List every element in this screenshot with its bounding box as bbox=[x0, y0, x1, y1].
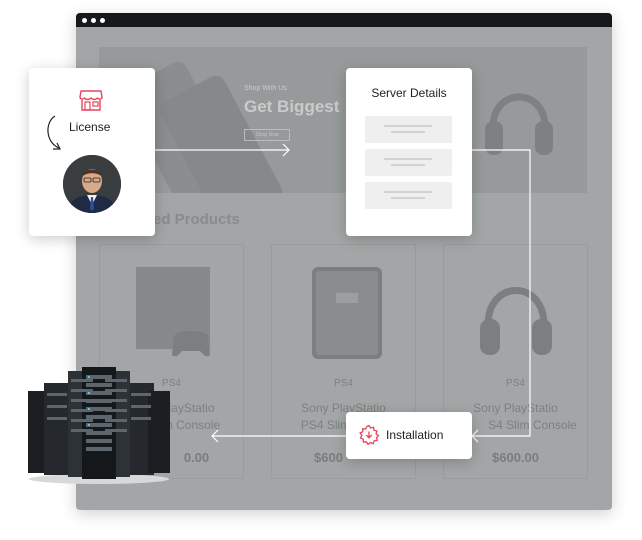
server-detail-row bbox=[365, 116, 452, 143]
section-title: ed Products bbox=[153, 211, 240, 228]
server-details-card[interactable]: Server Details bbox=[346, 68, 472, 236]
product-category: PS4 bbox=[334, 378, 353, 389]
window-dot-icon bbox=[100, 17, 105, 23]
headphones-image bbox=[480, 287, 552, 355]
installation-label: Installation bbox=[386, 428, 444, 442]
gear-icon bbox=[359, 424, 380, 446]
headphones-image bbox=[485, 93, 553, 155]
server-racks-image bbox=[28, 367, 170, 484]
window-dot-icon bbox=[91, 17, 96, 23]
browser-title-bar bbox=[76, 13, 612, 27]
avatar bbox=[63, 155, 121, 213]
installation-card[interactable]: Installation bbox=[346, 412, 472, 459]
server-details-title: Server Details bbox=[371, 86, 447, 100]
license-label: License bbox=[69, 120, 111, 134]
store-icon bbox=[79, 90, 103, 111]
banner-headline: Get Biggest bbox=[244, 97, 340, 116]
curved-arrow-icon bbox=[47, 115, 61, 150]
hero-banner: Shop With Us Get Biggest Shop Now bbox=[99, 47, 587, 193]
server-detail-row bbox=[365, 182, 452, 209]
user-portrait-icon bbox=[63, 155, 121, 213]
console-image bbox=[136, 267, 210, 357]
shop-now-button[interactable]: Shop Now bbox=[244, 129, 290, 141]
phone-image bbox=[312, 267, 382, 359]
product-category: PS4 bbox=[506, 378, 525, 389]
license-card[interactable]: License bbox=[29, 68, 155, 236]
banner-subtitle: Shop With Us bbox=[244, 85, 287, 92]
window-dot-icon bbox=[82, 17, 87, 23]
server-detail-row bbox=[365, 149, 452, 176]
